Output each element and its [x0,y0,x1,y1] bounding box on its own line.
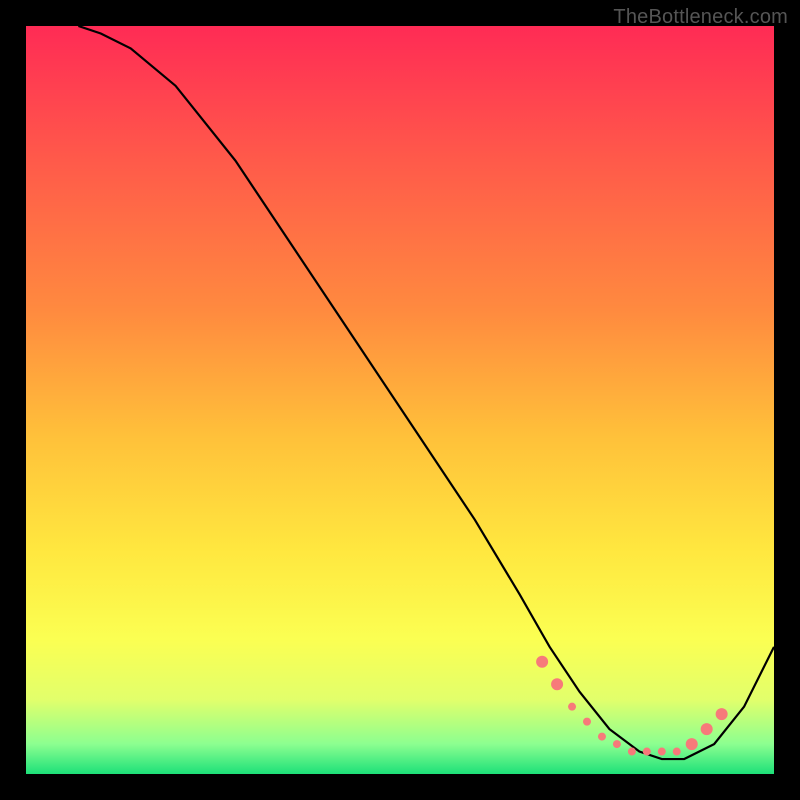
highlight-point [643,748,651,756]
highlight-point [673,748,681,756]
highlight-point [701,723,713,735]
bottleneck-chart [26,26,774,774]
highlight-point [568,703,576,711]
chart-background [26,26,774,774]
highlight-point [536,656,548,668]
highlight-point [716,708,728,720]
highlight-point [598,733,606,741]
highlight-point [686,738,698,750]
highlight-point [658,748,666,756]
chart-container [26,26,774,774]
highlight-point [628,748,636,756]
highlight-point [551,678,563,690]
highlight-point [583,718,591,726]
watermark-text: TheBottleneck.com [613,6,788,29]
highlight-point [613,740,621,748]
